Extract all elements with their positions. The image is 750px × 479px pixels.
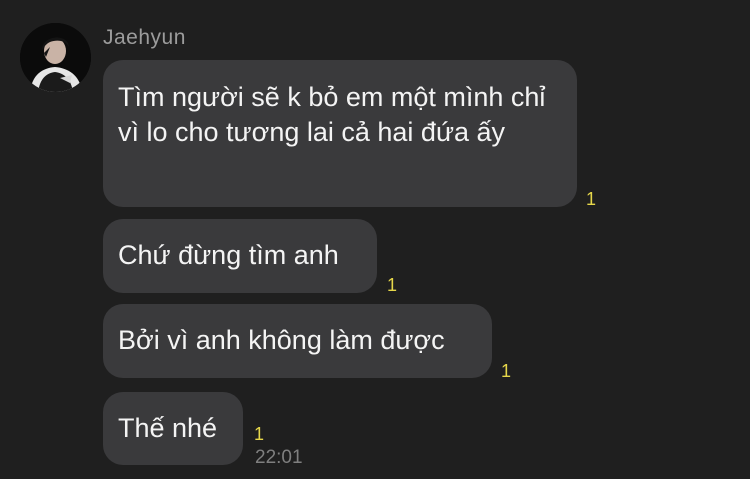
message-bubble[interactable]: Thế nhé bbox=[103, 392, 243, 465]
unread-count: 1 bbox=[387, 275, 398, 295]
message-timestamp: 22:01 bbox=[255, 447, 303, 468]
unread-count: 1 bbox=[254, 424, 265, 444]
sender-avatar[interactable] bbox=[20, 23, 91, 92]
unread-count: 1 bbox=[501, 361, 512, 381]
message-bubble[interactable]: Bởi vì anh không làm được bbox=[103, 304, 492, 378]
message-bubble[interactable]: Chứ đừng tìm anh bbox=[103, 219, 377, 293]
sender-name: Jaehyun bbox=[103, 26, 186, 49]
unread-count: 1 bbox=[586, 189, 597, 209]
avatar-photo-icon bbox=[20, 23, 91, 92]
message-bubble[interactable]: Tìm người sẽ k bỏ em một mình chỉ vì lo … bbox=[103, 60, 577, 207]
